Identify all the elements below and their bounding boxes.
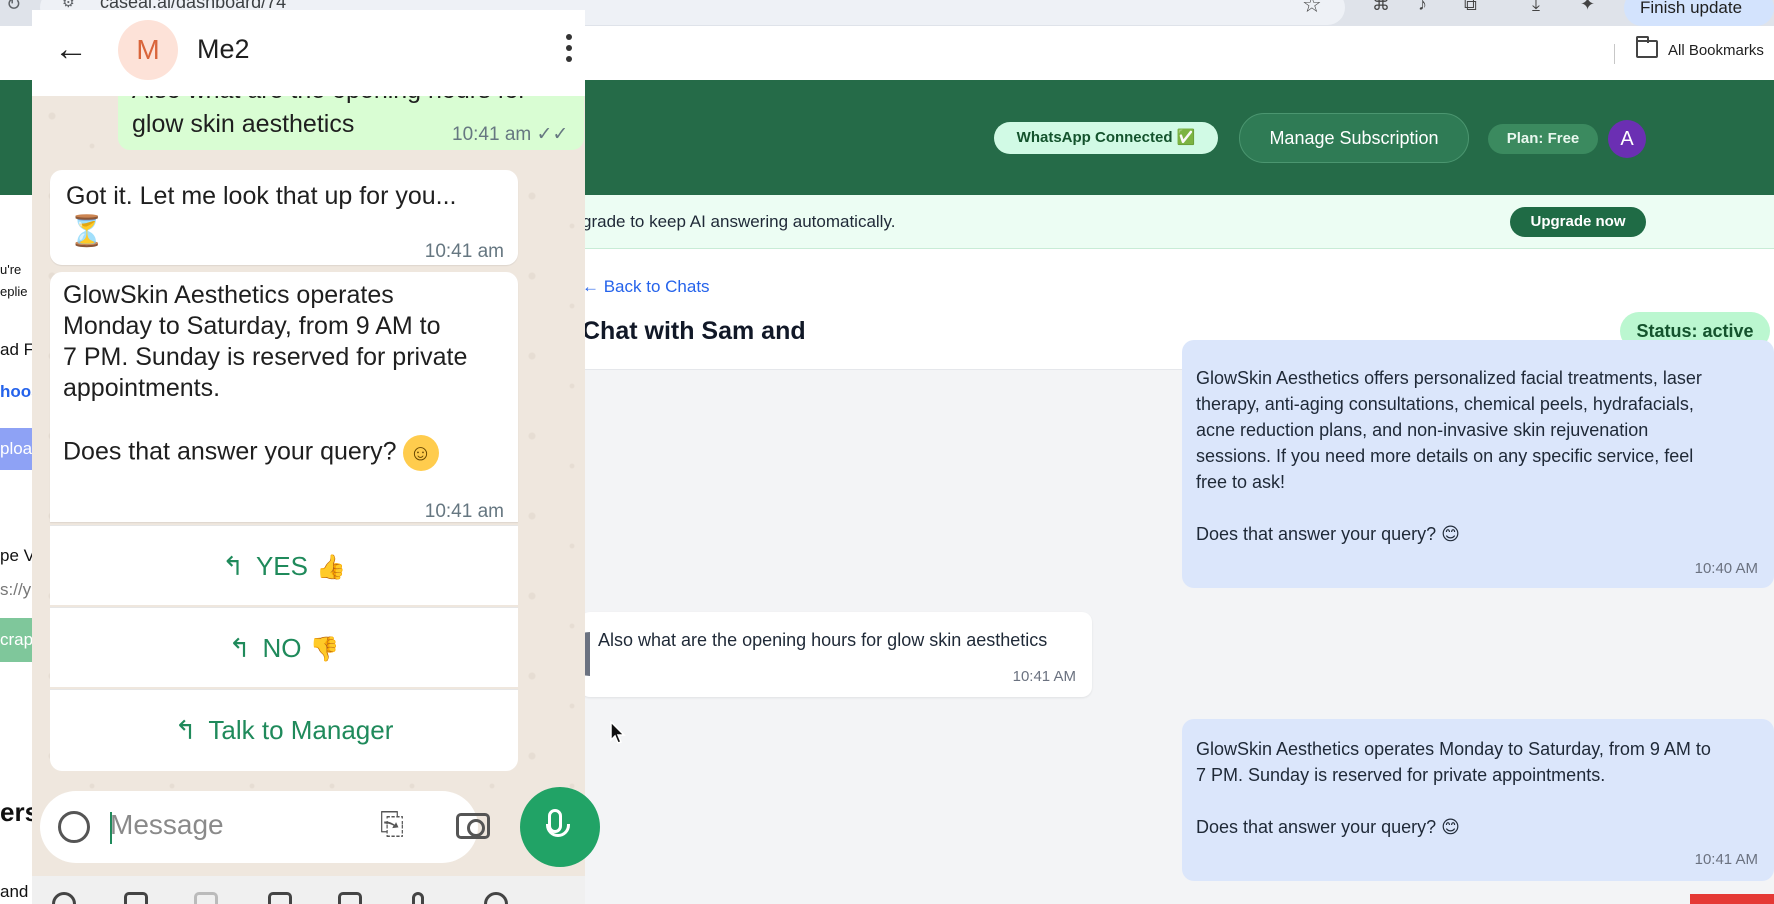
message-timestamp: 10:41 am	[424, 241, 504, 262]
message-timestamp: 10:40 AM	[1694, 560, 1758, 577]
message-input[interactable]	[40, 791, 478, 863]
microphone-icon[interactable]	[546, 809, 570, 837]
left-edge-text: u're	[0, 262, 22, 277]
message-line: GlowSkin Aesthetics operates	[63, 281, 394, 309]
manage-subscription-button[interactable]: Manage Subscription	[1239, 113, 1469, 163]
hourglass-icon: ⏳	[68, 215, 106, 248]
more-options-icon[interactable]	[566, 34, 572, 64]
message-question: Does that answer your query? ☺	[63, 435, 502, 471]
quick-reply-talk-to-manager-button[interactable]: ↰ Talk to Manager	[50, 689, 518, 771]
message-text: Got it. Let me look that up for you...	[66, 182, 457, 210]
camera-icon[interactable]	[456, 813, 490, 839]
text-caret	[110, 812, 112, 844]
message-input-placeholder[interactable]: Message	[110, 809, 224, 841]
back-arrow-icon[interactable]: ←	[54, 30, 88, 69]
whatsapp-received-message: Got it. Let me look that up for you... ⏳…	[50, 170, 518, 265]
bookmarks-divider	[1614, 44, 1615, 64]
message-question: Does that answer your query? 😊	[1196, 524, 1460, 544]
message-outgoing: GlowSkin Aesthetics operates Monday to S…	[1182, 719, 1774, 881]
left-edge-text: eplie	[0, 284, 28, 299]
whatsapp-received-message: GlowSkin Aesthetics operates Monday to S…	[50, 272, 518, 522]
reply-arrow-icon: ↰	[174, 715, 197, 745]
text-tool-icon[interactable]	[338, 892, 362, 904]
message-incoming: Also what are the opening hours for glow…	[580, 612, 1092, 697]
quick-reply-yes-button[interactable]: ↰ YES 👍	[50, 525, 518, 605]
left-page-edge	[0, 80, 34, 904]
back-to-chats-link[interactable]: ← Back to Chats	[582, 277, 710, 297]
quick-reply-no-button[interactable]: ↰ NO 👎	[50, 607, 518, 687]
message-timestamp: 10:41 am ✓✓	[452, 124, 569, 145]
all-bookmarks-link[interactable]: All Bookmarks	[1668, 42, 1764, 59]
extensions-puzzle-icon[interactable]: ⧉	[1464, 0, 1477, 15]
left-edge-heading: ers	[0, 797, 34, 827]
message-line: 7 PM. Sunday is reserved for private	[63, 343, 468, 371]
message-timestamp: 10:41 am	[424, 501, 504, 522]
profile-extension-icon[interactable]: ✦	[1580, 0, 1595, 15]
message-line: Monday to Saturday, from 9 AM to	[63, 312, 441, 340]
message-timestamp: 10:41 AM	[1694, 851, 1758, 868]
folder-icon[interactable]	[1636, 36, 1658, 58]
message-line: acne reduction plans, and non-invasive s…	[1196, 420, 1649, 440]
upgrade-notice-text: grade to keep AI answering automatically…	[582, 212, 896, 231]
recording-indicator	[1690, 894, 1774, 904]
thumbs-up-icon: 👍	[315, 554, 346, 581]
attach-paperclip-icon[interactable]: ⎘	[380, 808, 404, 842]
left-edge-link[interactable]: hoos	[0, 382, 34, 402]
left-edge-text: s://y	[0, 580, 32, 599]
tiktok-extension-icon[interactable]: ♪	[1418, 0, 1427, 15]
user-avatar[interactable]: A	[1608, 120, 1646, 158]
message-line: therapy, anti-aging consultations, chemi…	[1196, 394, 1694, 414]
left-edge-text: and	[0, 882, 29, 901]
thumbs-down-icon: 👎	[309, 636, 340, 663]
left-edge-button[interactable]: crap	[0, 618, 34, 662]
download-icon[interactable]: ⤓	[1532, 0, 1540, 15]
left-edge-text: ad F	[0, 340, 34, 359]
clipboard-icon[interactable]	[124, 892, 148, 904]
message-line: sessions. If you need more details on an…	[1196, 446, 1694, 466]
double-check-icon: ✓✓	[536, 124, 569, 145]
whatsapp-chat-header	[32, 10, 585, 96]
left-edge-text: pe V	[0, 546, 34, 565]
smiley-icon: ☺	[402, 435, 439, 471]
message-text: glow skin aesthetics	[132, 110, 355, 138]
keyboard-icon[interactable]	[268, 892, 292, 904]
code-extension-icon[interactable]: ⌘	[1372, 0, 1390, 15]
chat-title: Chat with Sam and	[582, 317, 806, 345]
reload-icon[interactable]: ↻	[6, 0, 21, 15]
message-line: appointments.	[63, 374, 221, 402]
contact-name[interactable]: Me2	[197, 34, 250, 65]
message-question: Does that answer your query? 😊	[1196, 817, 1460, 837]
sticker-icon[interactable]	[58, 811, 90, 843]
message-text: Also what are the opening hours for glow…	[598, 630, 1048, 650]
message-line: free to ask!	[1196, 472, 1286, 492]
message-outgoing: GlowSkin Aesthetics offers personalized …	[1182, 340, 1774, 588]
message-line: GlowSkin Aesthetics offers personalized …	[1196, 368, 1702, 388]
mouse-cursor-icon	[610, 720, 626, 744]
plan-badge: Plan: Free	[1488, 124, 1598, 154]
whatsapp-connected-badge: WhatsApp Connected ✅	[994, 122, 1218, 154]
message-line: 7 PM. Sunday is reserved for private app…	[1196, 765, 1606, 785]
voice-input-icon[interactable]	[412, 892, 424, 904]
reply-arrow-icon: ↰	[228, 633, 251, 663]
left-edge-button[interactable]: ploa	[0, 428, 34, 470]
message-line: GlowSkin Aesthetics operates Monday to S…	[1196, 739, 1711, 759]
left-page-header-edge	[0, 80, 34, 195]
message-timestamp: 10:41 AM	[1012, 668, 1076, 685]
reply-arrow-icon: ↰	[222, 551, 244, 581]
gif-icon[interactable]	[194, 892, 218, 904]
finish-update-button[interactable]: Finish update	[1624, 0, 1774, 26]
upgrade-now-button[interactable]: Upgrade now	[1510, 207, 1646, 237]
bookmark-star-icon[interactable]: ☆	[1302, 0, 1322, 18]
contact-avatar[interactable]: M	[118, 20, 178, 80]
